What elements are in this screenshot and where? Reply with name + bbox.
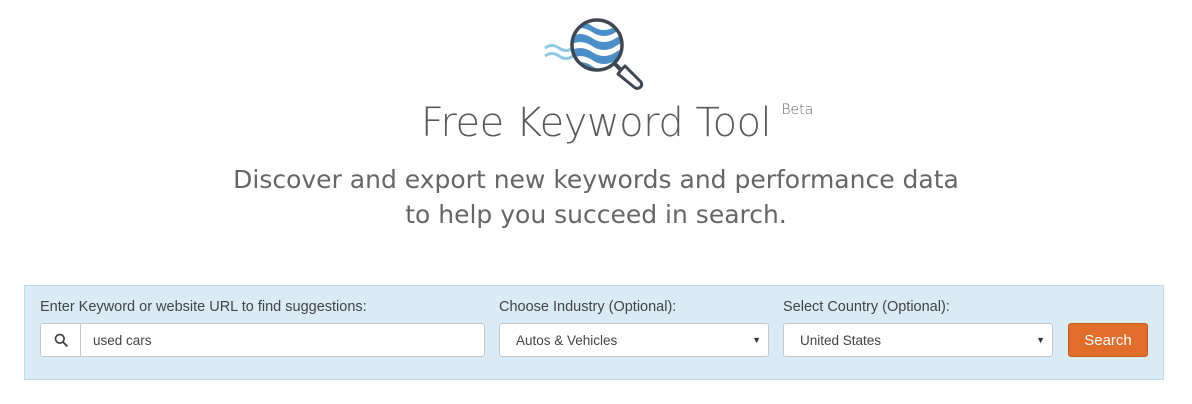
subtitle-line-1: Discover and export new keywords and per… [233, 165, 959, 194]
keyword-input[interactable] [81, 324, 484, 356]
caret-down-icon: ▼ [752, 335, 761, 345]
industry-select-value: Autos & Vehicles [516, 332, 618, 348]
magnifier-waves-icon [544, 18, 644, 90]
industry-select[interactable]: Autos & Vehicles ▼ [499, 323, 769, 357]
search-button[interactable]: Search [1068, 323, 1148, 357]
country-select[interactable]: United States ▼ [783, 323, 1053, 357]
search-icon [41, 324, 81, 356]
keyword-label: Enter Keyword or website URL to find sug… [40, 299, 367, 315]
beta-badge: Beta [781, 102, 814, 118]
page-subtitle: Discover and export new keywords and per… [0, 162, 1192, 232]
page-title: Free Keyword Tool Beta [420, 100, 813, 146]
country-label: Select Country (Optional): [783, 299, 950, 315]
caret-down-icon: ▼ [1036, 335, 1045, 345]
country-select-value: United States [800, 332, 882, 348]
subtitle-line-2: to help you succeed in search. [405, 200, 787, 229]
keyword-input-group [40, 323, 485, 357]
industry-label: Choose Industry (Optional): [499, 299, 677, 315]
page-title-text: Free Keyword Tool [420, 100, 772, 146]
search-form-panel: Enter Keyword or website URL to find sug… [24, 285, 1164, 380]
